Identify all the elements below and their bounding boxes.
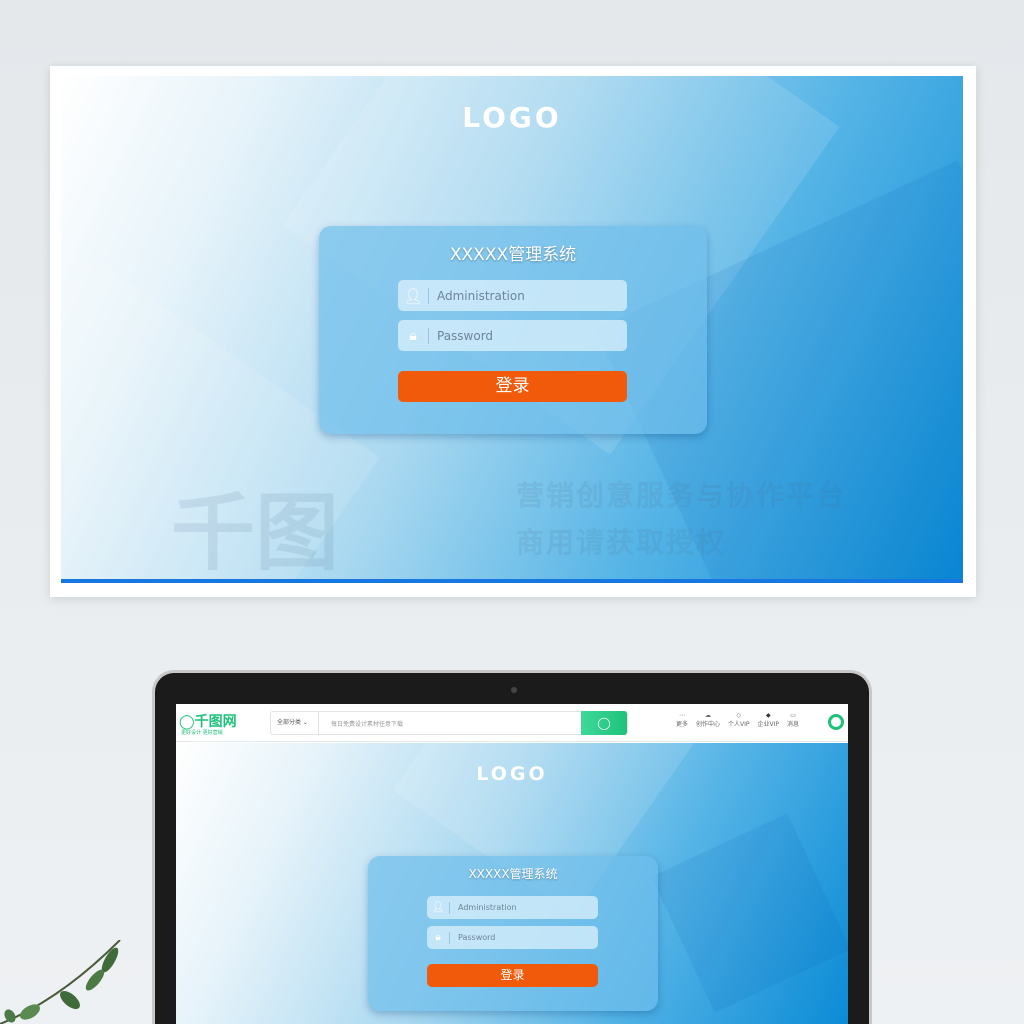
message-icon: ▭: [790, 712, 796, 719]
system-title: XXXXX管理系统: [449, 245, 577, 265]
top-nav: ⋯ 更多 ☁ 创作中心 ◇ 个人VIP ◆ 企业VIP ▭ 消息: [676, 712, 799, 728]
screen-password-input[interactable]: 🔒︎ Password: [427, 926, 598, 949]
login-card: XXXXX管理系统 👤︎ Administration 🔒︎ Password …: [319, 226, 707, 434]
nav-messages[interactable]: ▭ 消息: [787, 712, 799, 728]
upload-icon: ☁: [705, 712, 712, 719]
more-icon: ⋯: [679, 712, 685, 719]
screen-login-card: XXXXX管理系统 👤︎ Administration 🔒︎ Password …: [368, 856, 658, 1011]
nav-personal-vip[interactable]: ◇ 个人VIP: [728, 712, 750, 728]
login-button[interactable]: 登录: [398, 371, 627, 402]
username-input[interactable]: 👤︎ Administration: [398, 280, 627, 311]
watermark-brand: 千图: [171, 484, 340, 582]
screen-login-button[interactable]: 登录: [427, 964, 598, 987]
camera: [511, 687, 517, 693]
user-icon: 👤︎: [431, 902, 445, 913]
screen-password-placeholder: Password: [458, 933, 496, 942]
password-input[interactable]: 🔒︎ Password: [398, 320, 627, 351]
search-icon: ◯: [597, 716, 611, 730]
nav-creation-center[interactable]: ☁ 创作中心: [696, 712, 720, 728]
preview-frame: LOGO 千图 营销创意服务与协作平台 商用请获取授权 XXXXX管理系统 👤︎…: [50, 66, 976, 597]
nav-enterprise-vip[interactable]: ◆ 企业VIP: [758, 712, 780, 728]
slogan: 更好设计 更好营销: [181, 730, 223, 736]
search-button[interactable]: ◯: [581, 711, 627, 735]
diamond-icon: ◇: [736, 712, 742, 719]
user-icon: 👤︎: [403, 286, 423, 305]
diamond-dark-icon: ◆: [765, 712, 771, 719]
category-select[interactable]: 全部分类 ⌄: [271, 712, 319, 734]
username-placeholder: Administration: [437, 288, 525, 303]
avatar[interactable]: [828, 714, 844, 730]
watermark-line2: 商用请获取授权: [516, 526, 727, 559]
screen-background: LOGO XXXXX管理系统 👤︎ Administration 🔒︎ Pass…: [176, 743, 848, 1024]
search-input[interactable]: 每日免费设计素材任意下载: [319, 719, 581, 728]
password-placeholder: Password: [437, 328, 494, 343]
watermark-line1: 营销创意服务与协作平台: [516, 479, 847, 512]
screen-system-title: XXXXX管理系统: [468, 867, 558, 881]
brand-icon: ◯: [179, 714, 195, 730]
laptop-screen: ◯千图网 更好设计 更好营销 全部分类 ⌄ 每日免费设计素材任意下载 ◯ ⋯ 更多…: [176, 704, 848, 1024]
site-logo[interactable]: ◯千图网: [179, 711, 237, 731]
screen-logo: LOGO: [476, 763, 548, 785]
plant-decoration: [0, 940, 121, 1024]
site-header: ◯千图网 更好设计 更好营销 全部分类 ⌄ 每日免费设计素材任意下载 ◯ ⋯ 更多…: [176, 704, 848, 742]
logo: LOGO: [462, 101, 562, 134]
screen-username-input[interactable]: 👤︎ Administration: [427, 896, 598, 919]
background: LOGO 千图 营销创意服务与协作平台 商用请获取授权 XXXXX管理系统 👤︎…: [61, 76, 963, 583]
lock-icon: 🔒︎: [409, 327, 417, 344]
lock-icon: 🔒︎: [435, 932, 441, 943]
brand-name: 千图网: [194, 714, 237, 730]
nav-more[interactable]: ⋯ 更多: [676, 712, 688, 728]
screen-username-placeholder: Administration: [458, 903, 517, 912]
search-bar: 全部分类 ⌄ 每日免费设计素材任意下载 ◯: [270, 711, 628, 735]
